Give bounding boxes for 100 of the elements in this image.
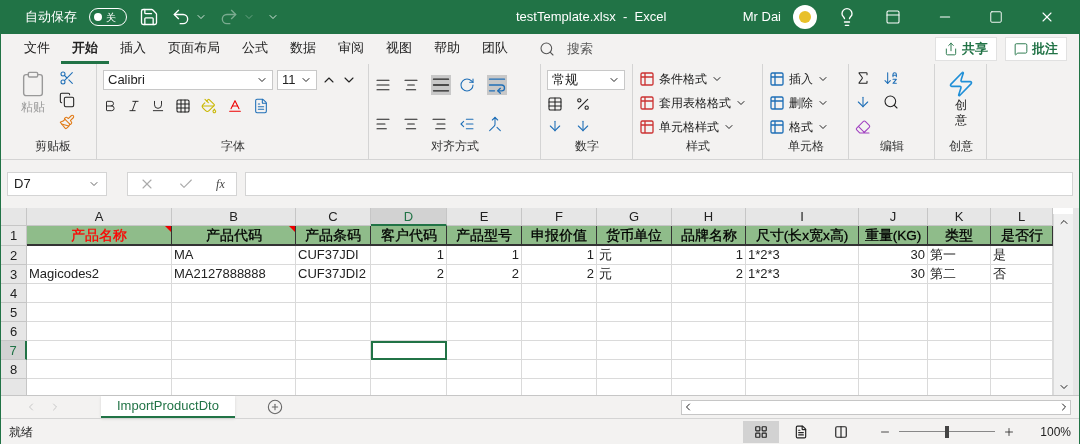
font-name-dropdown[interactable]: Calibri bbox=[103, 70, 273, 90]
merge-icon[interactable] bbox=[487, 116, 503, 133]
table-cell: MA bbox=[172, 246, 296, 265]
fill-color-icon[interactable] bbox=[201, 98, 217, 114]
table-cell: 30 bbox=[859, 265, 928, 284]
row-header[interactable]: 5 bbox=[1, 303, 27, 322]
zoom-slider[interactable] bbox=[899, 425, 995, 438]
table-cell: 2 bbox=[522, 265, 597, 284]
number-format-dropdown[interactable]: 常规 bbox=[547, 70, 625, 90]
add-sheet-icon[interactable] bbox=[266, 399, 283, 415]
table-cell bbox=[859, 341, 928, 360]
sort-filter-icon[interactable] bbox=[883, 70, 899, 86]
row-header[interactable]: 4 bbox=[1, 284, 27, 303]
header-text: 货币单位 bbox=[606, 228, 662, 243]
clear-icon[interactable] bbox=[855, 118, 871, 135]
table-cell bbox=[859, 360, 928, 379]
zoom-in-icon[interactable] bbox=[1003, 425, 1015, 438]
cells-menu-button[interactable]: 插入 bbox=[769, 70, 829, 88]
avatar[interactable] bbox=[793, 5, 817, 29]
bold-icon[interactable] bbox=[103, 99, 117, 113]
table-icon bbox=[769, 95, 785, 111]
table-cell: 30 bbox=[859, 246, 928, 265]
row-header[interactable]: 7 bbox=[1, 341, 27, 360]
align-bottom-icon[interactable] bbox=[431, 74, 451, 95]
cells-menu-button[interactable]: 格式 bbox=[769, 118, 829, 136]
normal-view-button[interactable] bbox=[743, 420, 779, 443]
menu-tab[interactable]: 插入 bbox=[109, 34, 157, 64]
cells-menu-button[interactable]: 删除 bbox=[769, 94, 829, 112]
insert-function-button[interactable]: fx bbox=[216, 175, 225, 193]
share-button[interactable]: 共享 bbox=[935, 37, 997, 61]
table-cell bbox=[859, 303, 928, 322]
wrap-text-icon[interactable] bbox=[487, 74, 507, 95]
status-text: 就绪 bbox=[9, 423, 33, 441]
row-header[interactable]: 1 bbox=[1, 226, 27, 246]
view-icon bbox=[834, 424, 848, 439]
find-icon[interactable] bbox=[883, 94, 899, 111]
row-header[interactable]: 3 bbox=[1, 265, 27, 284]
format-painter-icon[interactable] bbox=[59, 114, 75, 130]
styles-menu-button[interactable]: 单元格样式 bbox=[639, 118, 747, 136]
vertical-scrollbar[interactable] bbox=[1053, 214, 1073, 395]
window-title: testTemplate.xlsx - Excel bbox=[516, 8, 667, 27]
formula-input[interactable] bbox=[245, 172, 1073, 196]
cut-icon[interactable] bbox=[59, 70, 75, 86]
italic-icon[interactable] bbox=[127, 99, 141, 113]
column-header[interactable]: D bbox=[371, 208, 447, 226]
name-box[interactable]: D7 bbox=[7, 172, 107, 196]
header-text: 产品代码 bbox=[205, 228, 262, 243]
creative-button[interactable]: 创意 bbox=[946, 70, 975, 137]
menu-tab[interactable]: 团队 bbox=[471, 34, 519, 64]
table-cell: 1*2*3 bbox=[746, 246, 859, 265]
table-cell: 第二 bbox=[928, 265, 991, 284]
autosum-icon[interactable] bbox=[855, 70, 871, 86]
styles-menu-button[interactable]: 套用表格格式 bbox=[639, 94, 747, 112]
group-label: 创意 bbox=[947, 138, 974, 155]
row-header[interactable]: 8 bbox=[1, 360, 27, 379]
table-icon bbox=[639, 119, 655, 135]
header-text: 产品名称 bbox=[71, 228, 127, 243]
percent-icon[interactable] bbox=[575, 96, 591, 112]
table-icon bbox=[769, 119, 785, 135]
group-label: 剪贴板 bbox=[33, 138, 72, 155]
search-field[interactable]: 搜索 bbox=[567, 39, 593, 59]
maximize-icon[interactable] bbox=[989, 10, 1003, 24]
ribbon-display-icon[interactable] bbox=[885, 9, 901, 25]
header-text: 申报价值 bbox=[531, 228, 587, 243]
menu-tab[interactable]: 页面布局 bbox=[157, 34, 231, 64]
undo-icon[interactable] bbox=[171, 7, 191, 27]
menu-tab[interactable]: 数据 bbox=[279, 34, 327, 64]
copy-icon[interactable] bbox=[59, 92, 75, 108]
menu-tab[interactable]: 文件 bbox=[13, 34, 61, 64]
decrease-decimal-icon[interactable] bbox=[575, 118, 591, 134]
underline-icon[interactable] bbox=[151, 99, 165, 113]
row-header[interactable]: 6 bbox=[1, 322, 27, 341]
row-header[interactable]: 2 bbox=[1, 246, 27, 265]
increase-decimal-icon[interactable] bbox=[547, 118, 563, 134]
menu-tab[interactable]: 公式 bbox=[231, 34, 279, 64]
table-cell: 1 bbox=[371, 246, 447, 265]
header-text: 品牌名称 bbox=[680, 228, 737, 243]
table-icon bbox=[639, 95, 655, 111]
borders-icon[interactable] bbox=[175, 98, 191, 114]
font-size-dropdown[interactable]: 11 bbox=[277, 70, 317, 90]
font-color-icon[interactable] bbox=[227, 98, 243, 114]
header-text: 产品条码 bbox=[305, 228, 361, 243]
currency-icon[interactable] bbox=[547, 96, 563, 112]
search-icon[interactable] bbox=[539, 41, 555, 57]
zoom-level[interactable]: 100% bbox=[1031, 422, 1071, 441]
menu-tab[interactable]: 帮助 bbox=[423, 34, 471, 64]
table-cell: 1 bbox=[672, 246, 746, 265]
sheet-tab[interactable]: ImportProductDto bbox=[101, 396, 235, 418]
phonetic-icon[interactable] bbox=[253, 98, 269, 114]
table-cell: 2 bbox=[447, 265, 522, 284]
save-icon[interactable] bbox=[139, 7, 159, 27]
orientation-icon[interactable] bbox=[459, 76, 475, 93]
styles-menu-button[interactable]: 条件格式 bbox=[639, 70, 747, 88]
horizontal-scrollbar[interactable] bbox=[681, 399, 1071, 415]
zoom-thumb[interactable] bbox=[945, 425, 949, 438]
menu-tab[interactable]: 视图 bbox=[375, 34, 423, 64]
autosave-label: 自动保存 bbox=[25, 8, 77, 27]
table-cell bbox=[928, 322, 991, 341]
comments-button[interactable]: 批注 bbox=[1005, 37, 1067, 61]
menu-tab[interactable]: 审阅 bbox=[327, 34, 375, 64]
